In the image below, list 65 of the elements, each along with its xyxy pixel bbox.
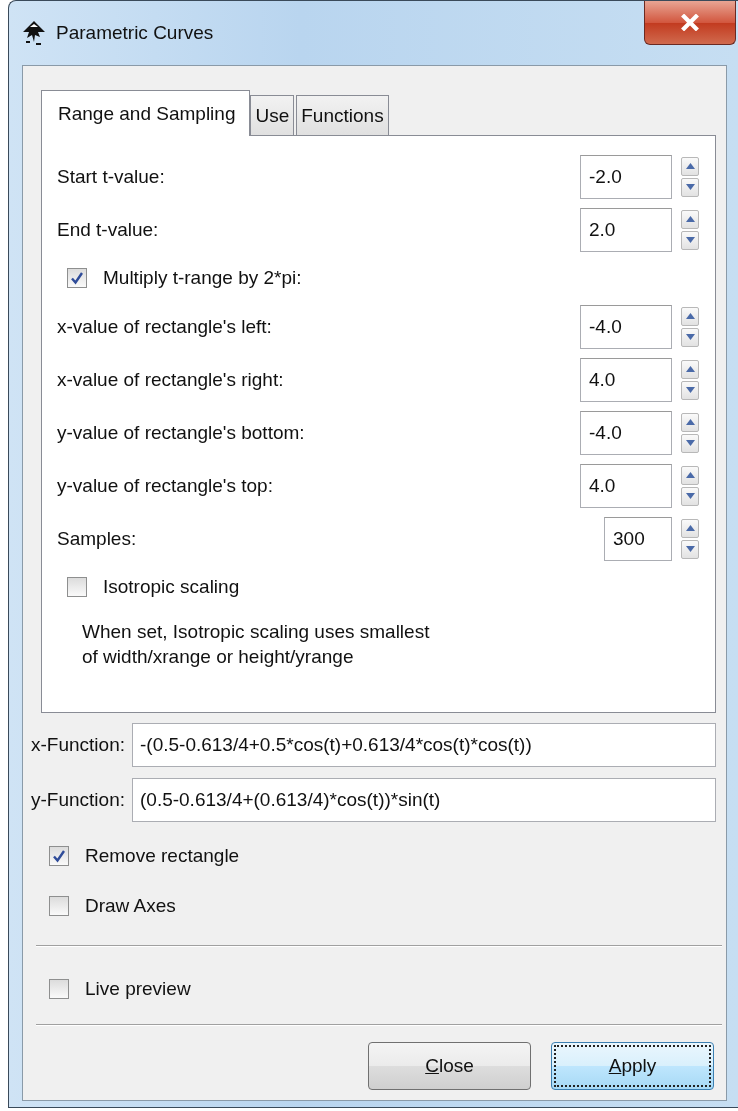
- dialog-button[interactable]: Close: [368, 1042, 531, 1090]
- up-triangle-icon: [685, 419, 695, 425]
- spin-down-button[interactable]: [681, 433, 699, 453]
- spin-up-button[interactable]: [681, 518, 699, 538]
- down-triangle-icon: [685, 237, 695, 243]
- checkbox[interactable]: [67, 577, 87, 597]
- field-label: x-value of rectangle's right:: [57, 368, 284, 391]
- spin-up-button[interactable]: [681, 156, 699, 176]
- checkbox[interactable]: [49, 979, 69, 999]
- field-label: Samples:: [57, 527, 137, 550]
- spin-field[interactable]: -2.0: [580, 154, 672, 199]
- spin-field[interactable]: 300: [604, 516, 672, 561]
- up-triangle-icon: [685, 163, 695, 169]
- checkbox[interactable]: [49, 846, 69, 866]
- function-field[interactable]: (0.5-0.613/4+(0.613/4)*cos(t))*sin(t): [132, 778, 716, 822]
- up-triangle-icon: [685, 366, 695, 372]
- up-triangle-icon: [685, 472, 695, 478]
- down-triangle-icon: [685, 387, 695, 393]
- window-title: Parametric Curves: [56, 22, 214, 44]
- dialog-button[interactable]: Apply: [551, 1042, 714, 1090]
- close-button[interactable]: [644, 1, 736, 45]
- spin-field[interactable]: -4.0: [580, 304, 672, 349]
- spin-down-button[interactable]: [681, 177, 699, 197]
- down-triangle-icon: [685, 440, 695, 446]
- down-triangle-icon: [685, 493, 695, 499]
- spin-down-button[interactable]: [681, 380, 699, 400]
- down-triangle-icon: [685, 184, 695, 190]
- spin-field[interactable]: -4.0: [580, 410, 672, 455]
- checkbox-label: Remove rectangle: [85, 845, 240, 867]
- up-triangle-icon: [685, 216, 695, 222]
- field-label: y-value of rectangle's bottom:: [57, 421, 305, 444]
- spin-up-button[interactable]: [681, 306, 699, 326]
- tab[interactable]: Range and Sampling: [41, 90, 251, 136]
- spin-field[interactable]: 4.0: [580, 463, 672, 508]
- field-label: End t-value:: [57, 218, 159, 241]
- tab[interactable]: Use: [250, 95, 295, 135]
- up-triangle-icon: [685, 525, 695, 531]
- field-label: y-Function:: [31, 789, 125, 811]
- field-label: x-value of rectangle's left:: [57, 315, 272, 338]
- help-text: When set, Isotropic scaling uses smallest of width/xrange or height/yrange: [81, 620, 431, 669]
- up-triangle-icon: [685, 313, 695, 319]
- spin-down-button[interactable]: [681, 539, 699, 559]
- spin-up-button[interactable]: [681, 412, 699, 432]
- down-triangle-icon: [685, 334, 695, 340]
- function-field[interactable]: -(0.5-0.613/4+0.5*cos(t)+0.613/4*cos(t)*cos(t)): [132, 723, 716, 767]
- checkbox-label: Live preview: [85, 978, 191, 1000]
- spin-down-button[interactable]: [681, 230, 699, 250]
- spin-up-button[interactable]: [681, 359, 699, 379]
- checkbox[interactable]: [67, 268, 87, 288]
- down-triangle-icon: [685, 546, 695, 552]
- close-icon: [680, 14, 700, 31]
- spin-down-button[interactable]: [681, 327, 699, 347]
- field-label: Start t-value:: [57, 165, 165, 188]
- spin-down-button[interactable]: [681, 486, 699, 506]
- spin-up-button[interactable]: [681, 209, 699, 229]
- checkbox-label: Draw Axes: [85, 895, 176, 917]
- field-label: y-value of rectangle's top:: [57, 474, 273, 497]
- tab[interactable]: Functions: [296, 95, 389, 135]
- spin-up-button[interactable]: [681, 465, 699, 485]
- spin-field[interactable]: 4.0: [580, 357, 672, 402]
- spin-field[interactable]: 2.0: [580, 207, 672, 252]
- checkbox-label: Isotropic scaling: [103, 576, 240, 598]
- checkbox-label: Multiply t-range by 2*pi:: [103, 267, 302, 289]
- checkbox[interactable]: [49, 896, 69, 916]
- field-label: x-Function:: [31, 734, 125, 756]
